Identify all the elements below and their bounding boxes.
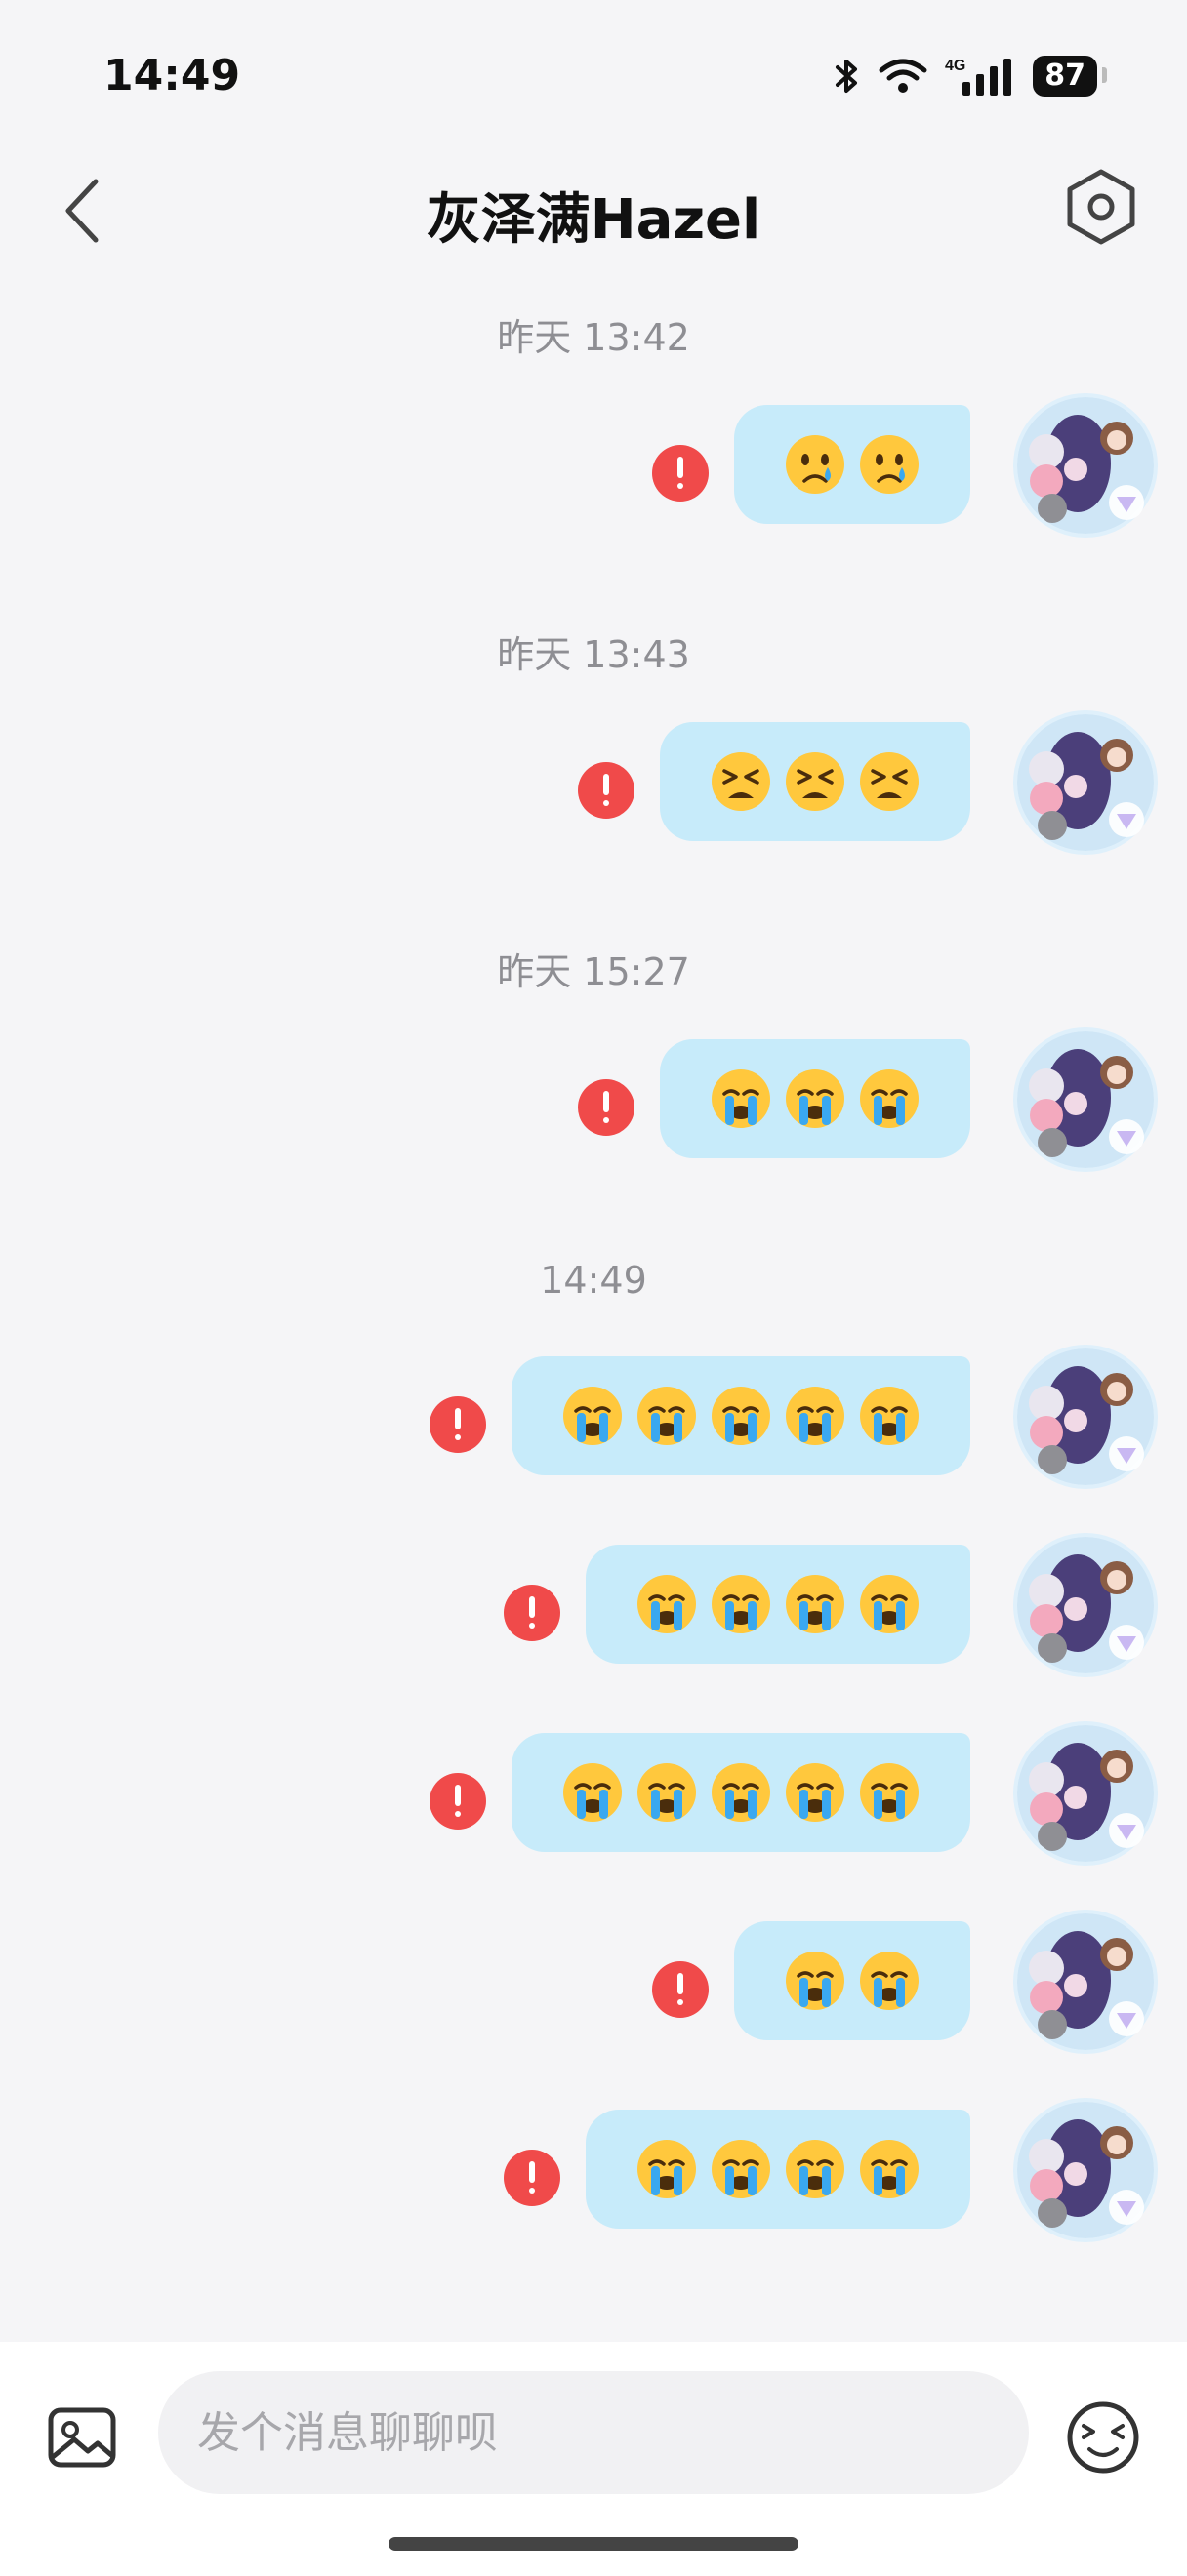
message-list[interactable]: 昨天 13:42 昨天 13:43 昨天 15:27 14:49 <box>0 283 1187 2342</box>
send-failed-icon[interactable] <box>430 1773 486 1830</box>
message-bubble[interactable] <box>512 1733 970 1852</box>
loudly-crying-face-emoji-icon <box>637 1763 696 1822</box>
avatar[interactable] <box>1007 704 1164 861</box>
message-bubble[interactable] <box>660 1039 970 1158</box>
message-row <box>0 1345 1187 1522</box>
avatar[interactable] <box>1007 1022 1164 1178</box>
image-picker-icon[interactable] <box>45 2400 119 2475</box>
cellular-signal-icon: 4G <box>945 58 1012 96</box>
message-row <box>0 393 1187 571</box>
loudly-crying-face-emoji-icon <box>637 1575 696 1633</box>
loudly-crying-face-emoji-icon <box>712 1575 770 1633</box>
loudly-crying-face-emoji-icon <box>860 1763 919 1822</box>
avatar[interactable] <box>1007 1339 1164 1495</box>
battery-level: 87 <box>1033 56 1107 97</box>
message-timestamp: 昨天 13:42 <box>497 316 690 359</box>
loudly-crying-face-emoji-icon <box>563 1387 622 1445</box>
loudly-crying-face-emoji-icon <box>860 1387 919 1445</box>
message-bubble[interactable] <box>586 1545 970 1664</box>
loudly-crying-face-emoji-icon <box>860 1575 919 1633</box>
avatar[interactable] <box>1007 387 1164 543</box>
status-icons: 4G 87 <box>832 55 1107 98</box>
loudly-crying-face-emoji-icon <box>712 2140 770 2198</box>
message-bubble[interactable] <box>512 1356 970 1475</box>
loudly-crying-face-emoji-icon <box>860 1069 919 1128</box>
bluetooth-icon <box>836 60 858 93</box>
crying-face-emoji-icon <box>860 435 919 494</box>
loudly-crying-face-emoji-icon <box>860 1952 919 2010</box>
loudly-crying-face-emoji-icon <box>712 1763 770 1822</box>
loudly-crying-face-emoji-icon <box>786 1069 844 1128</box>
message-row <box>0 710 1187 888</box>
wifi-icon <box>879 59 927 93</box>
send-failed-icon[interactable] <box>430 1396 486 1453</box>
message-bubble[interactable] <box>660 722 970 841</box>
message-timestamp: 昨天 13:43 <box>497 633 690 676</box>
loudly-crying-face-emoji-icon <box>786 1763 844 1822</box>
status-bar: 14:49 4G 87 <box>0 0 1187 146</box>
chat-header: 灰泽满Hazel <box>0 146 1187 273</box>
avatar[interactable] <box>1007 2092 1164 2248</box>
send-failed-icon[interactable] <box>504 1585 560 1641</box>
crying-face-emoji-icon <box>786 435 844 494</box>
emoji-picker-icon[interactable] <box>1064 2398 1142 2476</box>
tired-face-emoji-icon <box>860 752 919 811</box>
message-row <box>0 1533 1187 1711</box>
home-indicator[interactable] <box>389 2537 798 2551</box>
message-row <box>0 2098 1187 2275</box>
chat-title: 灰泽满Hazel <box>426 188 761 252</box>
loudly-crying-face-emoji-icon <box>786 2140 844 2198</box>
message-timestamp: 昨天 15:27 <box>497 950 690 993</box>
message-bubble[interactable] <box>734 1921 970 2040</box>
message-row <box>0 1027 1187 1205</box>
send-failed-icon[interactable] <box>578 762 634 819</box>
network-type-label: 4G <box>945 58 965 74</box>
tired-face-emoji-icon <box>712 752 770 811</box>
message-bubble[interactable] <box>734 405 970 524</box>
send-failed-icon[interactable] <box>504 2150 560 2206</box>
message-bubble[interactable] <box>586 2110 970 2229</box>
loudly-crying-face-emoji-icon <box>637 1387 696 1445</box>
message-input[interactable] <box>158 2371 1029 2494</box>
settings-hexagon-icon[interactable] <box>1060 166 1142 248</box>
avatar[interactable] <box>1007 1715 1164 1872</box>
tired-face-emoji-icon <box>786 752 844 811</box>
message-timestamp: 14:49 <box>540 1259 647 1302</box>
loudly-crying-face-emoji-icon <box>860 2140 919 2198</box>
status-time: 14:49 <box>103 51 241 101</box>
avatar[interactable] <box>1007 1527 1164 1683</box>
loudly-crying-face-emoji-icon <box>786 1952 844 2010</box>
loudly-crying-face-emoji-icon <box>786 1387 844 1445</box>
loudly-crying-face-emoji-icon <box>563 1763 622 1822</box>
message-row <box>0 1721 1187 1899</box>
send-failed-icon[interactable] <box>652 445 709 502</box>
loudly-crying-face-emoji-icon <box>786 1575 844 1633</box>
send-failed-icon[interactable] <box>652 1961 709 2018</box>
send-failed-icon[interactable] <box>578 1079 634 1136</box>
loudly-crying-face-emoji-icon <box>712 1387 770 1445</box>
loudly-crying-face-emoji-icon <box>712 1069 770 1128</box>
loudly-crying-face-emoji-icon <box>637 2140 696 2198</box>
message-row <box>0 1910 1187 2087</box>
avatar[interactable] <box>1007 1904 1164 2060</box>
